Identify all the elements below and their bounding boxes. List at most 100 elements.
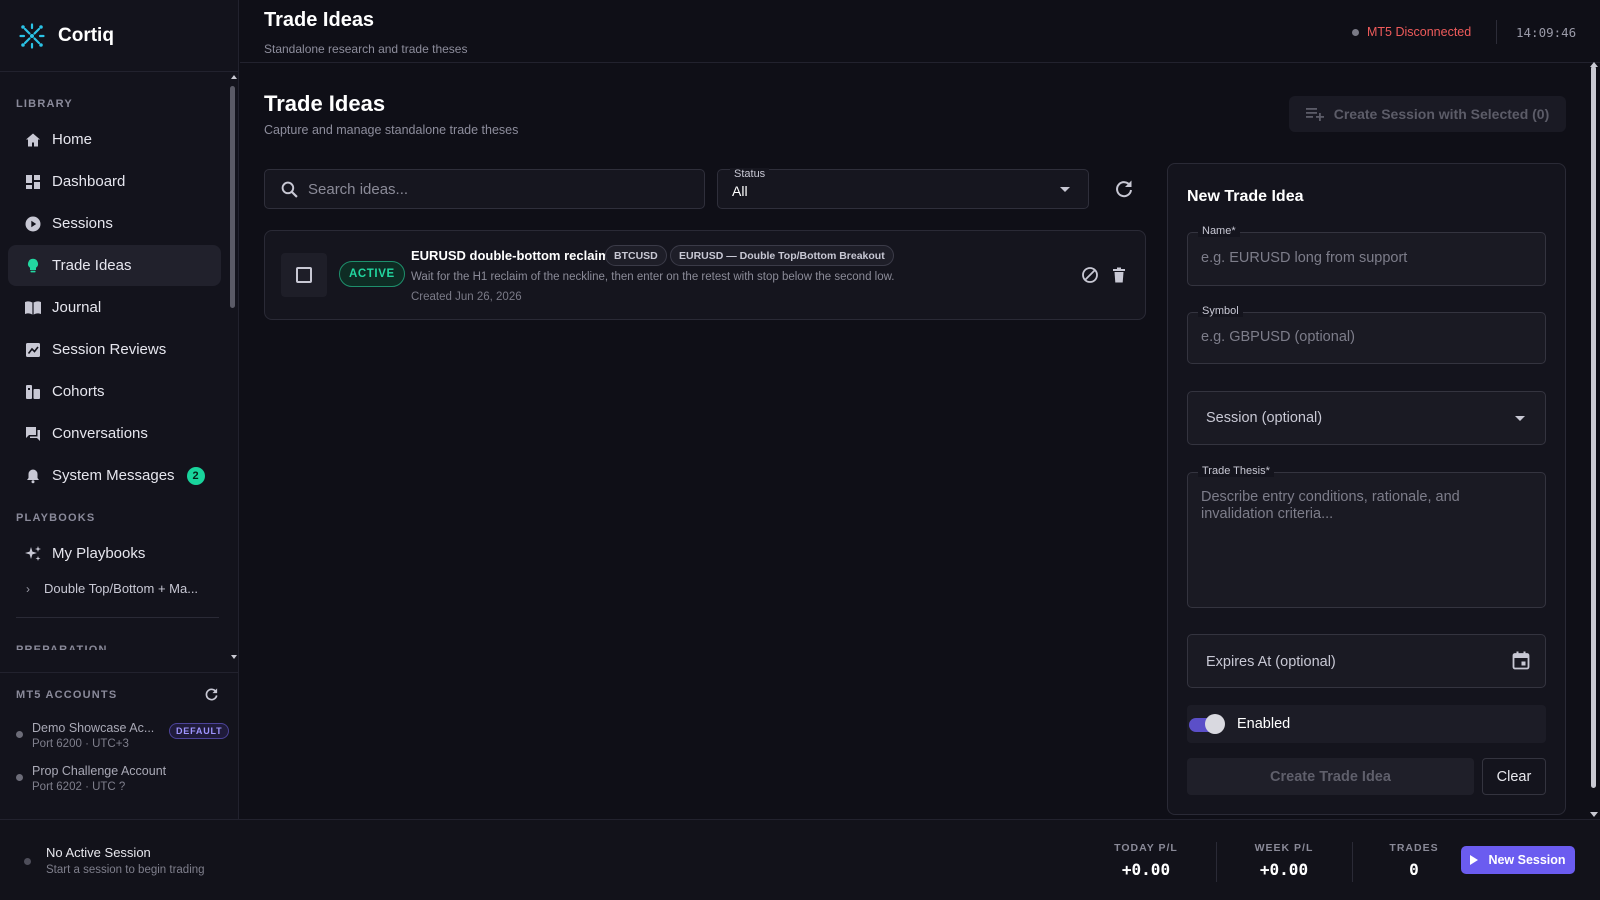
clear-button[interactable]: Clear [1482, 758, 1546, 795]
account-status-dot [16, 731, 23, 738]
scroll-down-arrow-icon[interactable] [231, 655, 237, 659]
brand[interactable]: Cortiq [0, 0, 238, 72]
new-session-button[interactable]: New Session [1461, 846, 1575, 874]
sidebar-item-label: My Playbooks [52, 545, 146, 562]
enabled-toggle-row[interactable]: Enabled [1187, 705, 1546, 743]
connection-label: MT5 Disconnected [1367, 25, 1472, 39]
divider [16, 617, 219, 618]
symbol-label: Symbol [1198, 305, 1243, 317]
expires-at-field[interactable]: Expires At (optional) [1187, 634, 1546, 688]
review-icon [24, 341, 42, 359]
scroll-down-arrow-icon[interactable] [1590, 812, 1598, 817]
sidebar-item-trade-ideas[interactable]: Trade Ideas [8, 245, 221, 286]
chevron-down-icon [1515, 416, 1525, 421]
new-session-label: New Session [1488, 853, 1566, 867]
symbol-input[interactable] [1201, 329, 1531, 345]
home-icon [24, 131, 42, 149]
sidebar-item-label: Session Reviews [52, 341, 167, 358]
sparkles-icon [24, 545, 42, 563]
trades-label: TRADES [1389, 842, 1439, 854]
sidebar-item-system-messages[interactable]: System Messages 2 [8, 455, 221, 496]
name-field[interactable]: Name* [1187, 225, 1546, 286]
refresh-icon[interactable] [1112, 177, 1136, 201]
sidebar-scrollbar[interactable] [230, 86, 235, 308]
account-row[interactable]: Prop Challenge Account Port 6202 · UTC ? [16, 764, 226, 800]
trades-value: 0 [1409, 860, 1419, 879]
section-title-library: LIBRARY [16, 98, 73, 110]
sidebar-item-sessions[interactable]: Sessions [8, 203, 221, 244]
new-trade-idea-panel: New Trade Idea Name* Symbol Session (opt… [1167, 163, 1566, 815]
name-label: Name* [1198, 225, 1240, 237]
sidebar-item-label: Conversations [52, 425, 148, 442]
symbol-field[interactable]: Symbol [1187, 305, 1546, 364]
sidebar-item-playbook-child[interactable]: › Double Top/Bottom + Ma... [26, 581, 198, 596]
status-filter-value: All [732, 183, 748, 199]
trade-idea-card[interactable]: ACTIVE EURUSD double-bottom reclaim BTCU… [264, 230, 1146, 320]
sidebar-item-label: Trade Ideas [52, 257, 132, 274]
create-session-with-selected-button[interactable]: Create Session with Selected (0) [1289, 96, 1566, 132]
status-filter-select[interactable]: Status All [717, 168, 1089, 209]
today-pl-label: TODAY P/L [1114, 842, 1178, 854]
sidebar-item-label: Dashboard [52, 173, 126, 190]
account-row[interactable]: Demo Showcase Ac... Port 6200 · UTC+3 DE… [16, 721, 230, 757]
select-idea-checkbox[interactable] [281, 253, 327, 297]
calendar-icon[interactable] [1512, 651, 1530, 670]
session-status-dot [24, 858, 31, 865]
top-bar: Trade Ideas Standalone research and trad… [240, 0, 1600, 63]
main-scrollbar[interactable] [1591, 66, 1596, 788]
session-select[interactable]: Session (optional) [1187, 391, 1546, 445]
trade-thesis-textarea[interactable] [1201, 489, 1531, 597]
create-trade-idea-button[interactable]: Create Trade Idea [1187, 758, 1474, 795]
sidebar-item-conversations[interactable]: Conversations [8, 413, 221, 454]
divider [1352, 842, 1353, 882]
sidebar-item-cohorts[interactable]: Cohorts [8, 371, 221, 412]
sidebar-item-label: Double Top/Bottom + Ma... [44, 581, 199, 596]
status-footer: No Active Session Start a session to beg… [0, 819, 1600, 900]
sidebar-nav: LIBRARY Home Dashboard Sessions Trade Id… [0, 72, 239, 662]
active-session-hint: Start a session to begin trading [46, 864, 205, 876]
trades-stat: TRADES 0 [1385, 842, 1443, 879]
account-name: Prop Challenge Account [32, 764, 167, 778]
disable-icon[interactable] [1081, 266, 1099, 284]
week-pl-stat: WEEK P/L +0.00 [1248, 842, 1320, 879]
enabled-toggle[interactable] [1189, 714, 1225, 734]
session-select-placeholder: Session (optional) [1206, 410, 1323, 426]
divider [1496, 20, 1497, 44]
sidebar-item-label: System Messages [52, 467, 175, 484]
enabled-label: Enabled [1237, 716, 1291, 732]
clock: 14:09:46 [1516, 25, 1577, 40]
sidebar-item-my-playbooks[interactable]: My Playbooks [8, 533, 221, 574]
chevron-down-icon [1060, 187, 1070, 192]
unread-count-badge: 2 [186, 466, 205, 485]
sidebar-item-home[interactable]: Home [8, 119, 221, 160]
page-subtitle: Standalone research and trade theses [264, 42, 468, 56]
delete-icon[interactable] [1110, 266, 1128, 284]
scroll-up-arrow-icon[interactable] [231, 75, 237, 79]
refresh-accounts-icon[interactable] [204, 687, 219, 702]
sidebar-item-session-reviews[interactable]: Session Reviews [8, 329, 221, 370]
section-title-playbooks: PLAYBOOKS [16, 512, 96, 524]
status-filter-label: Status [730, 168, 770, 180]
sidebar-item-journal[interactable]: Journal [8, 287, 221, 328]
status-badge: ACTIVE [339, 261, 405, 287]
account-port: Port 6202 · UTC ? [32, 781, 126, 793]
section-title-accounts: MT5 ACCOUNTS [16, 689, 118, 701]
connection-status[interactable]: MT5 Disconnected [1352, 25, 1471, 39]
sidebar-item-dashboard[interactable]: Dashboard [8, 161, 221, 202]
chevron-right-icon: › [26, 581, 30, 596]
search-icon [281, 181, 298, 198]
trade-thesis-field[interactable]: Trade Thesis* [1187, 465, 1546, 608]
week-pl-label: WEEK P/L [1254, 842, 1314, 854]
lightbulb-icon [24, 257, 42, 275]
sidebar-item-label: Sessions [52, 215, 113, 232]
playlist-add-icon [1305, 108, 1324, 121]
idea-created-date: Created Jun 26, 2026 [411, 291, 522, 303]
today-pl-stat: TODAY P/L +0.00 [1110, 842, 1182, 879]
search-input[interactable] [308, 180, 688, 198]
name-input[interactable] [1201, 250, 1531, 266]
form-title: New Trade Idea [1187, 188, 1304, 205]
bell-icon [24, 467, 42, 485]
today-pl-value: +0.00 [1121, 860, 1171, 879]
cohorts-icon [24, 383, 42, 401]
book-icon [24, 299, 42, 317]
